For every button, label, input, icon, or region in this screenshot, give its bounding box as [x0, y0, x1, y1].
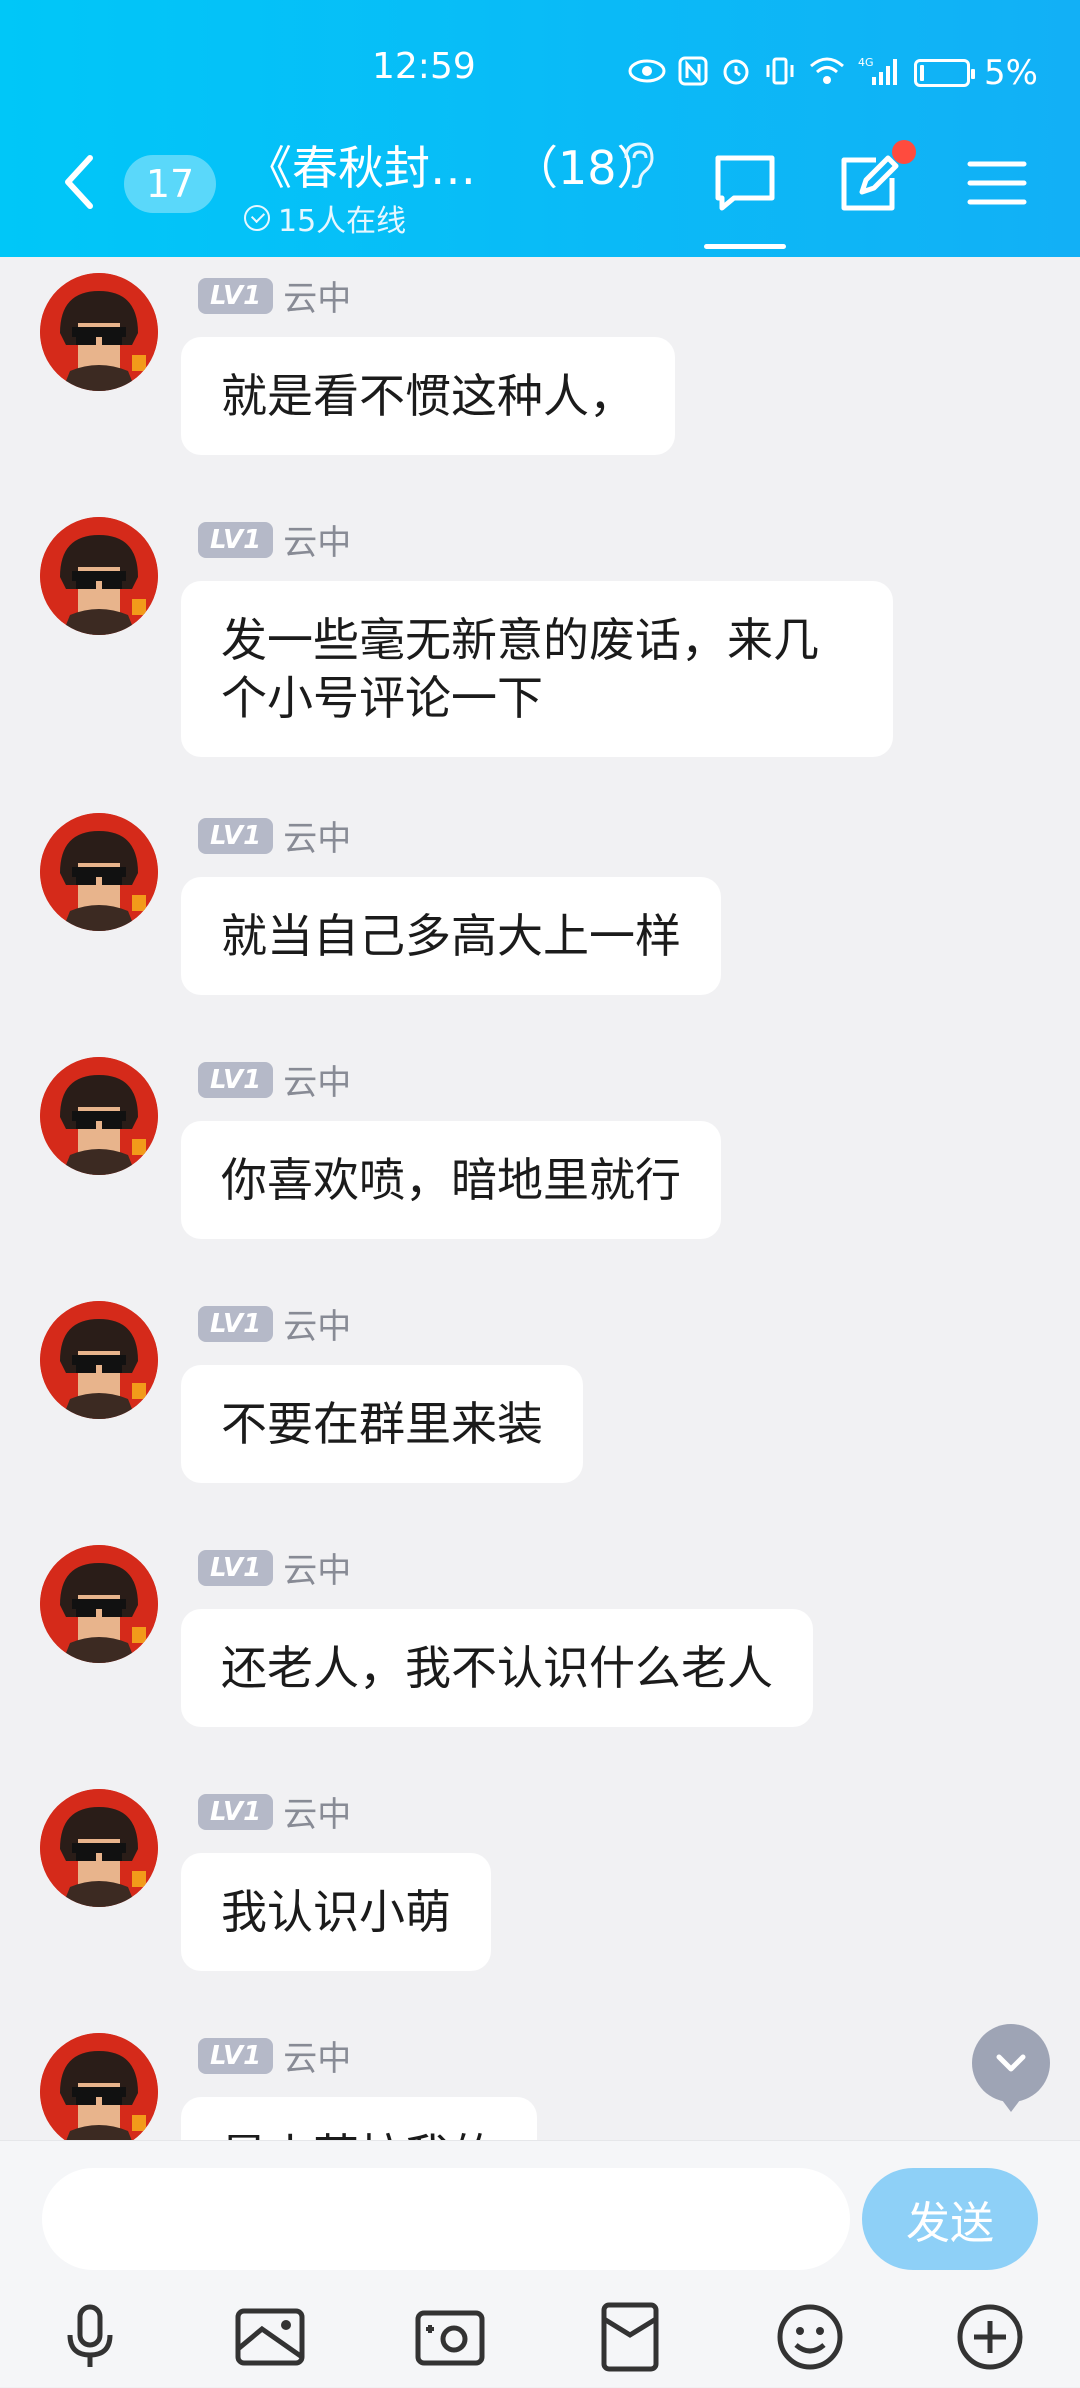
- battery-icon: [914, 59, 976, 87]
- emoji-button[interactable]: [772, 2299, 848, 2375]
- sender-meta: LV1 云中: [198, 1299, 351, 1348]
- chat-tab-button[interactable]: [712, 150, 778, 216]
- avatar[interactable]: [40, 1057, 158, 1175]
- avatar[interactable]: [40, 813, 158, 931]
- unread-count-badge[interactable]: 17: [124, 155, 216, 213]
- message-input[interactable]: [42, 2168, 850, 2270]
- avatar[interactable]: [40, 273, 158, 391]
- sender-name[interactable]: 云中: [283, 1055, 351, 1104]
- level-badge: LV1: [198, 2037, 274, 2074]
- avatar[interactable]: [40, 1301, 158, 1419]
- back-button[interactable]: [58, 152, 98, 212]
- chevron-down-icon: [996, 2054, 1026, 2072]
- red-packet-button[interactable]: [592, 2299, 668, 2375]
- sender-meta: LV1 云中: [198, 515, 351, 564]
- level-badge: LV1: [198, 277, 274, 314]
- camera-icon: [415, 2310, 485, 2366]
- microphone-icon: [67, 2304, 113, 2367]
- message-bubble[interactable]: 是小萌拉我的: [181, 2097, 537, 2140]
- voice-button[interactable]: [52, 2299, 128, 2375]
- sender-name[interactable]: 云中: [283, 271, 351, 320]
- check-circle-icon: [244, 205, 270, 231]
- sender-meta: LV1 云中: [198, 1787, 351, 1836]
- sender-meta: LV1 云中: [198, 271, 351, 320]
- message-bubble[interactable]: 就当自己多高大上一样: [181, 877, 721, 995]
- emoji-icon: [777, 2304, 843, 2370]
- message-bubble[interactable]: 就是看不惯这种人，: [181, 337, 675, 455]
- level-badge: LV1: [198, 1549, 274, 1586]
- group-title[interactable]: 《春秋封…: [246, 132, 476, 198]
- sender-meta: LV1 云中: [198, 1543, 351, 1592]
- message-bubble[interactable]: 发一些毫无新意的废话，来几个小号评论一下: [181, 581, 893, 757]
- image-button[interactable]: [232, 2299, 308, 2375]
- sender-name[interactable]: 云中: [283, 1299, 351, 1348]
- avatar[interactable]: [40, 2033, 158, 2140]
- status-bar: 4G 5%: [628, 48, 1038, 98]
- battery-percent: 5%: [984, 53, 1038, 93]
- edit-icon: [841, 155, 899, 211]
- more-button[interactable]: [952, 2299, 1028, 2375]
- level-badge: LV1: [198, 1061, 274, 1098]
- online-count: 15人在线: [278, 204, 407, 239]
- level-badge: LV1: [198, 817, 274, 854]
- sender-name[interactable]: 云中: [283, 515, 351, 564]
- wifi-icon: [808, 56, 846, 90]
- sender-meta: LV1 云中: [198, 2031, 351, 2080]
- avatar[interactable]: [40, 1789, 158, 1907]
- svg-text:4G: 4G: [858, 56, 874, 69]
- sender-name[interactable]: 云中: [283, 1543, 351, 1592]
- sender-meta: LV1 云中: [198, 1055, 351, 1104]
- chat-bubble-icon: [715, 155, 775, 211]
- input-area: 发送: [0, 2140, 1080, 2387]
- level-badge: LV1: [198, 1305, 274, 1342]
- plus-circle-icon: [957, 2304, 1023, 2370]
- hamburger-menu-icon: [967, 161, 1027, 205]
- signal-icon: 4G: [858, 55, 902, 91]
- red-packet-icon: [601, 2302, 659, 2372]
- sender-name[interactable]: 云中: [283, 2031, 351, 2080]
- level-badge: LV1: [198, 521, 274, 558]
- message-list[interactable]: LV1 云中 就是看不惯这种人， LV1 云中 发一些毫无新意的废话，来几个小号…: [0, 257, 1080, 2140]
- message-bubble[interactable]: 不要在群里来装: [181, 1365, 583, 1483]
- chevron-left-icon: [65, 155, 93, 209]
- active-tab-indicator: [704, 244, 786, 249]
- chat-header: 12:59 4G 5% 17 《春秋封… （18） 15人在线: [0, 0, 1080, 257]
- avatar[interactable]: [40, 1545, 158, 1663]
- camera-button[interactable]: [412, 2299, 488, 2375]
- vibrate-icon: [764, 55, 796, 91]
- message-bubble[interactable]: 还老人，我不认识什么老人: [181, 1609, 813, 1727]
- status-icons: 4G: [628, 55, 976, 91]
- nfc-icon: [678, 56, 708, 90]
- message-bubble[interactable]: 我认识小萌: [181, 1853, 491, 1971]
- online-status: 15人在线: [244, 196, 406, 240]
- sender-name[interactable]: 云中: [283, 1787, 351, 1836]
- scroll-to-bottom-button[interactable]: [972, 2024, 1050, 2112]
- menu-button[interactable]: [964, 150, 1030, 216]
- notification-dot: [892, 140, 916, 164]
- ear-icon: [618, 140, 658, 190]
- post-button[interactable]: [836, 150, 902, 216]
- sender-name[interactable]: 云中: [283, 811, 351, 860]
- level-badge: LV1: [198, 1793, 274, 1830]
- input-toolbar: [0, 2291, 1080, 2388]
- eye-icon: [628, 58, 666, 88]
- image-icon: [235, 2308, 305, 2366]
- message-bubble[interactable]: 你喜欢喷，暗地里就行: [181, 1121, 721, 1239]
- send-button[interactable]: 发送: [862, 2168, 1038, 2270]
- status-time: 12:59: [372, 46, 476, 87]
- avatar[interactable]: [40, 517, 158, 635]
- sender-meta: LV1 云中: [198, 811, 351, 860]
- alarm-icon: [720, 55, 752, 91]
